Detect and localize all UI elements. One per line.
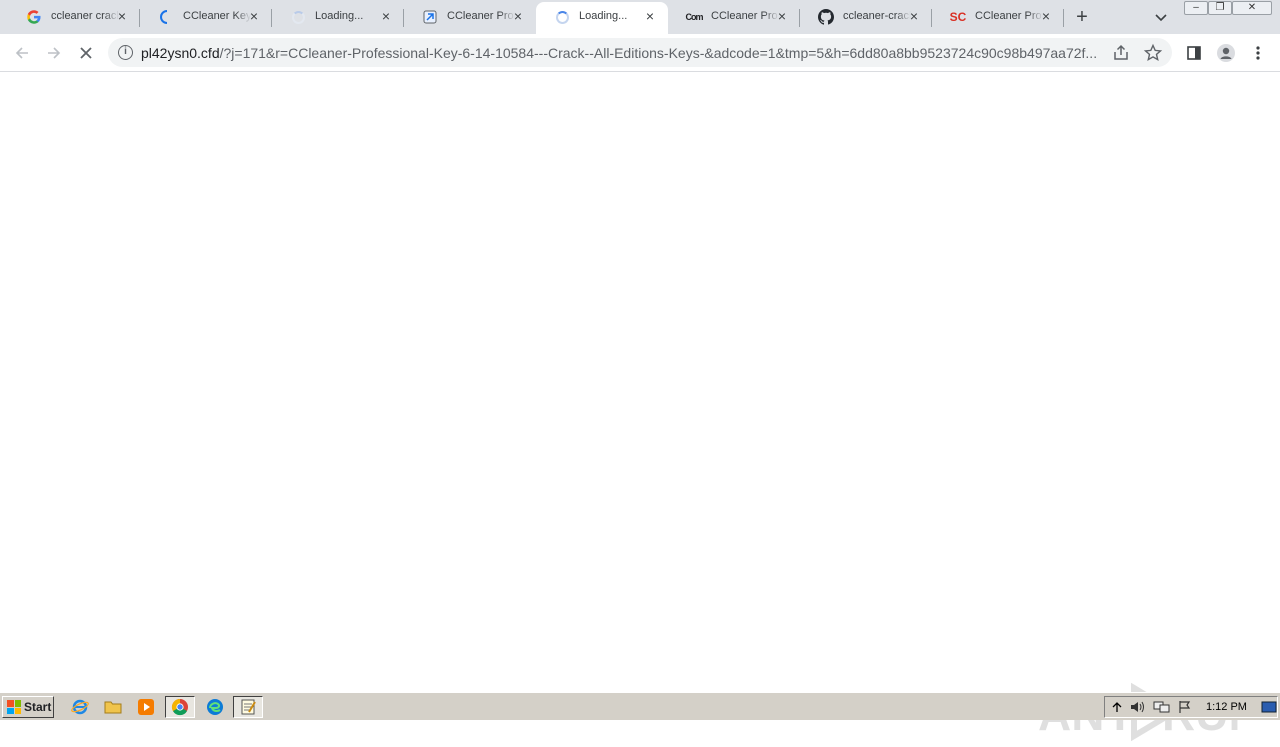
new-tab-button[interactable]: + xyxy=(1071,6,1093,28)
loading-spinner-icon xyxy=(554,9,570,25)
site-icon xyxy=(422,9,438,25)
tab-title: Loading... xyxy=(315,10,364,22)
site-info-icon[interactable]: i xyxy=(118,45,133,60)
tab-strip: ccleaner crack × CCleaner Key × Loading.… xyxy=(0,0,1280,34)
back-arrow-icon[interactable] xyxy=(10,41,34,65)
start-button[interactable]: Start xyxy=(2,696,54,718)
close-tab-icon[interactable]: × xyxy=(114,8,130,24)
url-host: pl42ysn0.cfd xyxy=(141,45,220,61)
action-center-flag-icon[interactable] xyxy=(1177,699,1193,718)
tab-3[interactable]: Loading... × xyxy=(272,0,404,34)
tab-title: CCleaner Pro xyxy=(711,10,778,22)
tab-6[interactable]: Com CCleaner Pro × xyxy=(668,0,800,34)
windows-taskbar: Start 1:12 PM xyxy=(0,692,1280,720)
tab-title: CCleaner Prof xyxy=(447,10,515,22)
system-tray xyxy=(1104,696,1278,718)
profile-avatar-icon[interactable] xyxy=(1214,41,1238,65)
tab-title: ccleaner crack xyxy=(51,10,119,22)
url-text[interactable]: pl42ysn0.cfd/?j=171&r=CCleaner-Professio… xyxy=(141,45,1101,61)
tab-5-active[interactable]: Loading... × xyxy=(536,2,668,34)
internet-explorer-icon[interactable] xyxy=(70,697,90,717)
google-g-icon xyxy=(26,9,42,25)
url-path: /?j=171&r=CCleaner-Professional-Key-6-14… xyxy=(219,45,1098,61)
close-tab-icon[interactable]: × xyxy=(906,8,922,24)
start-label: Start xyxy=(24,700,52,714)
close-tab-icon[interactable]: × xyxy=(774,8,790,24)
tab-separator xyxy=(1063,9,1064,27)
share-icon[interactable] xyxy=(1111,43,1131,63)
windows-logo-icon xyxy=(7,700,21,714)
tab-title: Loading... xyxy=(579,10,628,22)
loading-arc-icon xyxy=(158,9,174,25)
tab-title: CCleaner Key xyxy=(183,10,251,22)
volume-icon[interactable] xyxy=(1129,699,1147,718)
media-player-icon[interactable] xyxy=(136,697,156,717)
com-icon: Com xyxy=(685,12,704,22)
side-panel-icon[interactable] xyxy=(1182,41,1206,65)
chrome-icon[interactable] xyxy=(165,696,195,718)
tab-2[interactable]: CCleaner Key × xyxy=(140,0,272,34)
minimize-button[interactable]: ‒ xyxy=(1184,1,1208,15)
stop-loading-icon[interactable] xyxy=(74,41,98,65)
show-desktop-icon[interactable] xyxy=(1261,700,1277,717)
network-icon[interactable] xyxy=(1153,699,1171,718)
github-icon xyxy=(818,9,834,25)
loading-spinner-icon xyxy=(290,9,306,25)
close-tab-icon[interactable]: × xyxy=(510,8,526,24)
page-content: ANY RUN xyxy=(0,72,1280,742)
tab-8[interactable]: SC CCleaner Prof × xyxy=(932,0,1064,34)
bookmark-star-icon[interactable] xyxy=(1143,43,1163,63)
tab-search-chevron-icon[interactable] xyxy=(1152,8,1170,26)
notepad-icon[interactable] xyxy=(233,696,263,718)
forward-arrow-icon[interactable] xyxy=(42,41,66,65)
tab-1[interactable]: ccleaner crack × xyxy=(8,0,140,34)
tab-7[interactable]: ccleaner-crack × xyxy=(800,0,932,34)
close-tab-icon[interactable]: × xyxy=(642,8,658,24)
close-tab-icon[interactable]: × xyxy=(1038,8,1054,24)
close-window-button[interactable]: ✕ xyxy=(1232,1,1272,15)
address-bar[interactable]: i pl42ysn0.cfd/?j=171&r=CCleaner-Profess… xyxy=(108,38,1172,67)
edge-icon[interactable] xyxy=(205,697,225,717)
tab-title: ccleaner-crack xyxy=(843,10,911,22)
close-tab-icon[interactable]: × xyxy=(378,8,394,24)
show-hidden-icons-icon[interactable] xyxy=(1111,699,1123,718)
close-tab-icon[interactable]: × xyxy=(246,8,262,24)
tab-title: CCleaner Prof xyxy=(975,10,1043,22)
sc-icon: SC xyxy=(949,10,967,24)
clock[interactable]: 1:12 PM xyxy=(1206,701,1247,713)
browser-toolbar: i pl42ysn0.cfd/?j=171&r=CCleaner-Profess… xyxy=(0,34,1280,72)
restore-button[interactable]: ❐ xyxy=(1208,1,1232,15)
menu-kebab-icon[interactable] xyxy=(1246,41,1270,65)
folder-icon[interactable] xyxy=(103,697,123,717)
tab-4[interactable]: CCleaner Prof × xyxy=(404,0,536,34)
